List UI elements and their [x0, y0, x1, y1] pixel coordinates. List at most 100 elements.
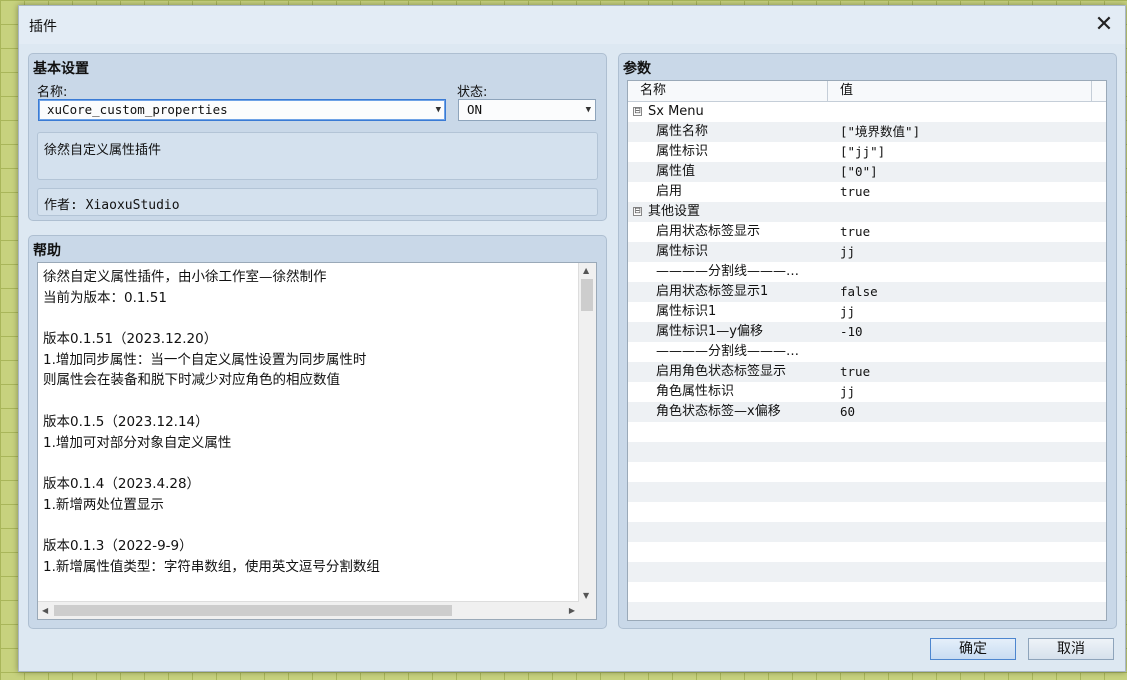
grid-row[interactable]: 启用 true: [628, 182, 1106, 202]
name-select-value: xuCore_custom_properties: [47, 102, 228, 117]
column-header-value[interactable]: 值: [828, 81, 1092, 101]
title-bar: 插件 ✕: [19, 6, 1125, 44]
cancel-button[interactable]: 取消: [1028, 638, 1114, 660]
column-header-name[interactable]: 名称: [628, 81, 828, 101]
scroll-up-icon[interactable]: ▲: [583, 266, 589, 275]
grid-row[interactable]: ⊟ Sx Menu: [628, 102, 1106, 122]
grid-row[interactable]: 启用状态标签显示 true: [628, 222, 1106, 242]
window-title: 插件: [29, 19, 57, 35]
grid-row[interactable]: ————分割线———…: [628, 342, 1106, 362]
help-line: 则属性会在装备和脱下时减少对应角色的相应数值: [43, 372, 340, 389]
grid-param-value: true: [840, 224, 871, 239]
grid-row[interactable]: 角色状态标签—x偏移 60: [628, 402, 1106, 422]
grid-param-name: 属性标识: [656, 244, 709, 259]
grid-param-name: ————分割线———…: [656, 344, 800, 359]
grid-param-name: 属性标识: [656, 144, 709, 159]
help-line: 1.新增两处位置显示: [43, 496, 164, 513]
grid-param-value: jj: [840, 384, 856, 399]
grid-param-name: 启用: [656, 184, 683, 199]
grid-param-value: true: [840, 364, 871, 379]
grid-row[interactable]: 启用状态标签显示1 false: [628, 282, 1106, 302]
help-line: 1.新增属性值类型：字符串数组，使用英文逗号分割数组: [43, 558, 380, 575]
basic-settings-title: 基本设置: [33, 61, 89, 77]
grid-param-name: ————分割线———…: [656, 264, 800, 279]
basic-settings-group: 基本设置 名称: xuCore_custom_properties ▼ 状态: …: [28, 53, 607, 221]
grid-row[interactable]: 角色属性标识 jj: [628, 382, 1106, 402]
scroll-down-icon[interactable]: ▼: [583, 591, 589, 600]
parameters-grid: 名称 值 ⊟ Sx Menu 属性名称 ["境界数值"] 属性标识 ["jj"] 属性值 ["…: [627, 80, 1107, 621]
grid-param-value: ["jj"]: [840, 144, 886, 159]
grid-param-name: 启用状态标签显示1: [656, 284, 769, 299]
grid-row[interactable]: ⊟ 其他设置: [628, 202, 1106, 222]
status-select-value: ON: [467, 102, 483, 117]
help-line: [43, 515, 573, 536]
help-textarea[interactable]: 徐然自定义属性插件，由小徐工作室—徐然制作 当前为版本：0.1.51 版本0.1.5…: [37, 262, 597, 620]
chevron-down-icon: ▼: [435, 105, 441, 115]
help-line: 1.增加同步属性：当一个自定义属性设置为同步属性时: [43, 351, 367, 368]
grid-row: [628, 422, 1106, 442]
scroll-right-icon[interactable]: ▶: [569, 606, 575, 615]
name-select[interactable]: xuCore_custom_properties ▼: [38, 99, 446, 121]
grid-param-name: 角色属性标识: [656, 384, 735, 399]
help-line: 版本0.1.51（2023.12.20）: [43, 331, 218, 348]
grid-group-label: Sx Menu: [648, 104, 704, 119]
name-label: 名称:: [37, 85, 68, 100]
grid-param-name: 属性标识1: [656, 304, 717, 319]
parameters-group: 参数 名称 值 ⊟ Sx Menu 属性名称 ["境界数值"] 属性标识 ["jj"] 属性…: [618, 53, 1117, 629]
grid-row: [628, 562, 1106, 582]
grid-row: [628, 522, 1106, 542]
grid-param-value: true: [840, 184, 871, 199]
grid-param-value: ["0"]: [840, 164, 878, 179]
grid-row[interactable]: 属性名称 ["境界数值"]: [628, 122, 1106, 142]
author-box: 作者: XiaoxuStudio: [37, 188, 598, 216]
grid-header: 名称 值: [628, 81, 1106, 102]
grid-param-name: 角色状态标签—x偏移: [656, 404, 781, 419]
grid-param-name: 启用角色状态标签显示: [656, 364, 787, 379]
grid-param-name: 属性标识1—y偏移: [656, 324, 763, 339]
grid-row[interactable]: 启用角色状态标签显示 true: [628, 362, 1106, 382]
grid-param-value: ["境界数值"]: [840, 124, 921, 139]
help-line: 版本0.1.5（2023.12.14）: [43, 413, 209, 430]
help-text: 徐然自定义属性插件，由小徐工作室—徐然制作 当前为版本：0.1.51 版本0.1.5…: [43, 267, 573, 598]
grid-param-value: false: [840, 284, 878, 299]
collapse-icon[interactable]: ⊟: [633, 207, 642, 216]
grid-row: [628, 502, 1106, 522]
grid-row[interactable]: 属性标识1—y偏移 -10: [628, 322, 1106, 342]
collapse-icon[interactable]: ⊟: [633, 107, 642, 116]
help-line: [43, 577, 573, 598]
close-icon[interactable]: ✕: [1091, 12, 1117, 38]
description-text: 徐然自定义属性插件: [44, 143, 162, 158]
grid-row: [628, 542, 1106, 562]
status-label: 状态:: [457, 85, 488, 100]
grid-row: [628, 442, 1106, 462]
grid-row[interactable]: 属性标识1 jj: [628, 302, 1106, 322]
author-text: 作者: XiaoxuStudio: [44, 198, 180, 213]
grid-param-value: jj: [840, 304, 856, 319]
help-horizontal-scrollbar[interactable]: ◀ ▶: [38, 601, 579, 619]
help-line: 版本0.1.3（2022-9-9）: [43, 537, 193, 554]
grid-param-name: 属性值: [656, 164, 696, 179]
grid-row[interactable]: 属性值 ["0"]: [628, 162, 1106, 182]
ok-button[interactable]: 确定: [930, 638, 1016, 660]
grid-row[interactable]: 属性标识 jj: [628, 242, 1106, 262]
status-select[interactable]: ON ▼: [458, 99, 596, 121]
grid-param-value: jj: [840, 244, 856, 259]
description-box: 徐然自定义属性插件: [37, 132, 598, 180]
help-line: [43, 453, 573, 474]
help-line: 徐然自定义属性插件，由小徐工作室—徐然制作: [43, 269, 327, 285]
grid-param-name: 属性名称: [656, 124, 709, 139]
grid-row[interactable]: ————分割线———…: [628, 262, 1106, 282]
grid-row: [628, 462, 1106, 482]
plugin-dialog: 插件 ✕ 基本设置 名称: xuCore_custom_properties ▼…: [18, 5, 1126, 672]
scroll-thumb[interactable]: [54, 605, 452, 616]
grid-param-name: 启用状态标签显示: [656, 224, 761, 239]
help-line: 1.增加可对部分对象自定义属性: [43, 434, 232, 451]
scroll-left-icon[interactable]: ◀: [42, 606, 48, 615]
help-vertical-scrollbar[interactable]: ▲ ▼: [578, 263, 596, 603]
parameters-title: 参数: [623, 61, 651, 77]
grid-row[interactable]: 属性标识 ["jj"]: [628, 142, 1106, 162]
grid-row: [628, 482, 1106, 502]
scroll-thumb[interactable]: [581, 279, 593, 311]
chevron-down-icon: ▼: [585, 105, 591, 115]
help-line: 版本0.1.4（2023.4.28）: [43, 475, 201, 492]
